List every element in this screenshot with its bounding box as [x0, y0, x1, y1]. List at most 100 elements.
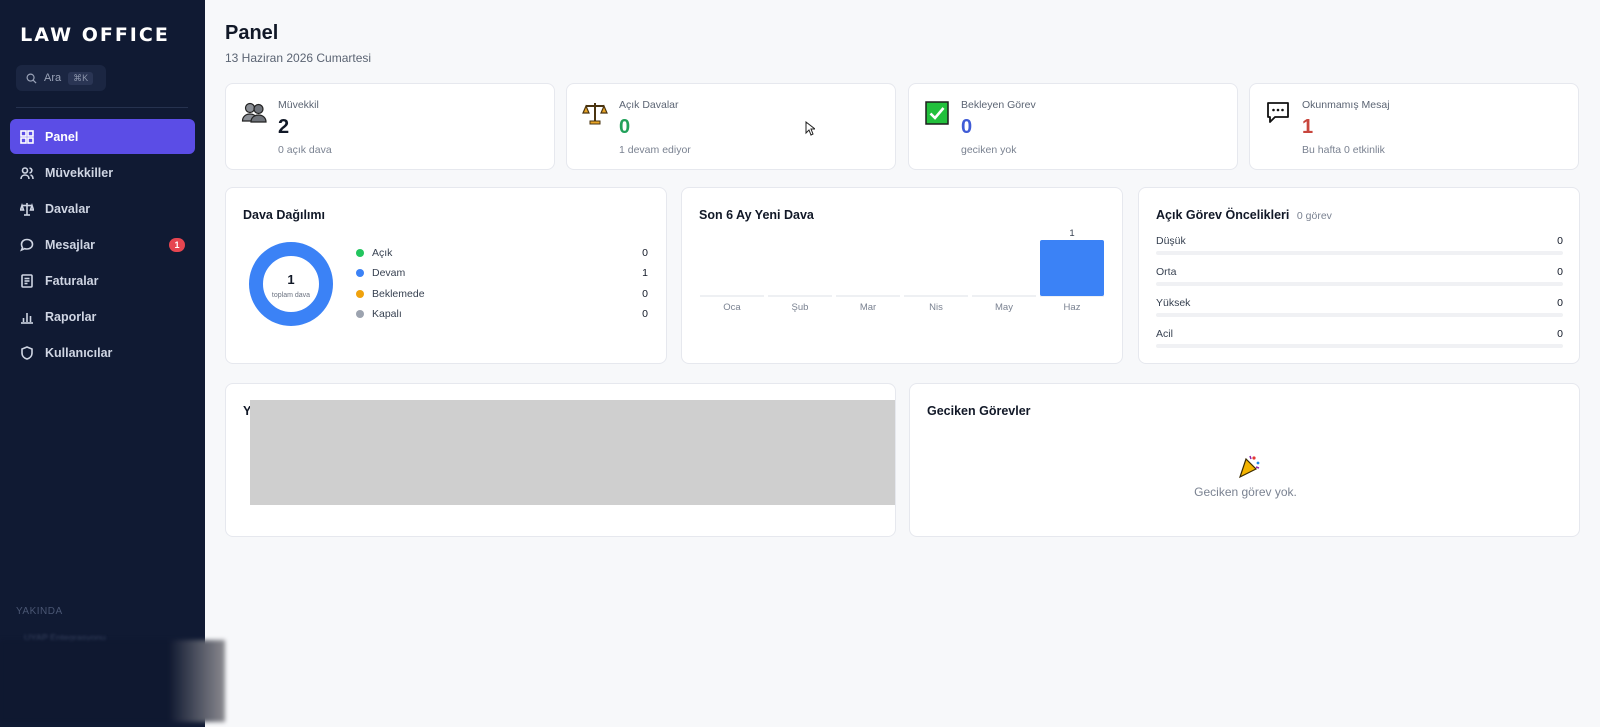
bar-baseline [972, 295, 1036, 297]
redacted-area [0, 640, 225, 722]
priority-value: 0 [1557, 235, 1563, 247]
sidebar-item-panel[interactable]: Panel [10, 119, 195, 154]
redacted-block [250, 400, 895, 505]
stat-label: Bekleyen Görev [961, 99, 1036, 111]
sidebar-item-reports[interactable]: Raporlar [10, 299, 195, 334]
x-tick-label: Haz [1064, 302, 1081, 313]
brand-logo[interactable]: LAW OFFICE [0, 24, 190, 46]
sidebar-item-messages[interactable]: Mesajlar 1 [10, 227, 195, 262]
card-title: Geciken Görevler [927, 404, 1031, 418]
unread-badge: 1 [169, 237, 185, 252]
sidebar-item-label: Kullanıcılar [45, 345, 113, 360]
legend-label: Açık [372, 247, 393, 259]
legend-dot [356, 269, 364, 277]
card-title: Dava Dağılımı [243, 208, 325, 222]
priority-row-high: Yüksek 0 [1156, 297, 1563, 317]
legend-label: Devam [372, 267, 406, 279]
page-title: Panel [225, 22, 279, 44]
legend-value: 0 [642, 247, 648, 259]
sidebar-item-clients[interactable]: Müvekkiller [10, 155, 195, 190]
x-tick-label: Nis [929, 302, 943, 313]
grid-icon [20, 129, 34, 144]
stat-card-unread-messages[interactable]: Okunmamış Mesaj 1 Bu hafta 0 etkinlik [1249, 83, 1579, 170]
priorities-count: 0 görev [1296, 210, 1332, 222]
priority-progress-track [1156, 313, 1563, 317]
legend-label: Kapalı [372, 308, 402, 320]
bar-baseline [768, 295, 832, 297]
bar-chart-icon [21, 312, 33, 324]
priority-progress-track [1156, 282, 1563, 286]
priority-row-medium: Orta 0 [1156, 266, 1563, 286]
legend-dot [356, 249, 364, 257]
new-cases-card: Son 6 Ay Yeni Dava Oca Şub Mar Nis May 1 Haz [681, 187, 1123, 364]
task-priorities-card: Açık Görev Öncelikleri 0 görev Düşük 0 O… [1138, 187, 1580, 364]
priority-row-urgent: Acil 0 [1156, 328, 1563, 348]
stat-card-clients[interactable]: Müvekkil 2 0 açık dava [225, 83, 555, 170]
search-icon [26, 73, 37, 84]
legend-label: Beklemede [372, 288, 425, 300]
stat-subtext: Bu hafta 0 etkinlik [1302, 144, 1385, 156]
stat-subtext: 0 açık dava [278, 144, 332, 156]
legend-value: 0 [642, 308, 648, 320]
stat-label: Müvekkil [278, 99, 319, 111]
soon-section-label: YAKINDA [16, 606, 63, 617]
priority-value: 0 [1557, 266, 1563, 278]
priority-label: Orta [1156, 266, 1177, 278]
sidebar-item-users[interactable]: Kullanıcılar [10, 335, 195, 370]
recent-activity-card: Y [225, 383, 896, 537]
sidebar-item-invoices[interactable]: Faturalar [10, 263, 195, 298]
case-distribution-card: Dava Dağılımı 1 toplam dava Açık 0 Devam… [225, 187, 667, 364]
search-shortcut: ⌘K [68, 71, 94, 85]
priorities-title: Açık Görev Öncelikleri [1156, 208, 1290, 222]
sidebar-item-cases[interactable]: Davalar [10, 191, 195, 226]
legend-item-acik: Açık 0 [356, 245, 648, 261]
stat-label: Açık Davalar [619, 99, 679, 111]
x-tick-label: Mar [860, 302, 876, 313]
scale-icon [20, 202, 34, 216]
chat-icon [20, 238, 34, 252]
card-title: Açık Görev Öncelikleri 0 görev [1156, 208, 1332, 222]
legend-item-devam: Devam 1 [356, 265, 648, 281]
speech-bubble-icon [1265, 100, 1291, 126]
priority-label: Yüksek [1156, 297, 1191, 309]
bar-baseline [904, 295, 968, 297]
search-placeholder: Ara [44, 72, 62, 84]
donut-total-label: toplam dava [272, 292, 310, 299]
legend-dot [356, 290, 364, 298]
stat-subtext: 1 devam ediyor [619, 144, 691, 156]
stat-value: 0 [619, 116, 631, 138]
priority-row-low: Düşük 0 [1156, 235, 1563, 255]
empty-state-text: Geciken görev yok. [1194, 485, 1297, 499]
x-tick-label: Şub [792, 302, 809, 313]
sidebar-nav: Panel Müvekkiller Davalar Mesajlar 1 Fat… [10, 119, 195, 371]
priority-progress-track [1156, 251, 1563, 255]
sidebar-item-label: Müvekkiller [45, 165, 114, 180]
stat-value: 2 [278, 116, 290, 138]
bar-Haz [1040, 240, 1104, 296]
sidebar: LAW OFFICE Ara ⌘K Panel Müvekkiller Dava… [0, 0, 225, 727]
scales-icon [582, 100, 608, 126]
invoice-icon [21, 273, 33, 288]
priority-progress-track [1156, 344, 1563, 348]
stat-card-open-cases[interactable]: Açık Davalar 0 1 devam ediyor [566, 83, 896, 170]
priority-label: Düşük [1156, 235, 1186, 247]
check-box-icon [924, 100, 950, 126]
legend-item-kapali: Kapalı 0 [356, 306, 648, 322]
shield-icon [21, 345, 33, 360]
x-tick-label: May [995, 302, 1013, 313]
legend-dot [356, 310, 364, 318]
sidebar-item-label: Faturalar [45, 273, 99, 288]
sidebar-item-label: Mesajlar [45, 237, 96, 252]
priority-value: 0 [1557, 328, 1563, 340]
search-box[interactable]: Ara ⌘K [16, 65, 106, 91]
sidebar-item-label: Panel [45, 129, 79, 144]
stat-card-pending-tasks[interactable]: Bekleyen Görev 0 geciken yok [908, 83, 1238, 170]
card-title: Son 6 Ay Yeni Dava [699, 208, 814, 222]
priority-label: Acil [1156, 328, 1173, 340]
donut-total: 1 [287, 272, 294, 287]
stat-label: Okunmamış Mesaj [1302, 99, 1390, 111]
legend-value: 0 [642, 288, 648, 300]
bar-baseline [700, 295, 764, 297]
sidebar-divider [16, 107, 188, 108]
new-cases-bar-chart: Oca Şub Mar Nis May 1 Haz [700, 228, 1104, 313]
